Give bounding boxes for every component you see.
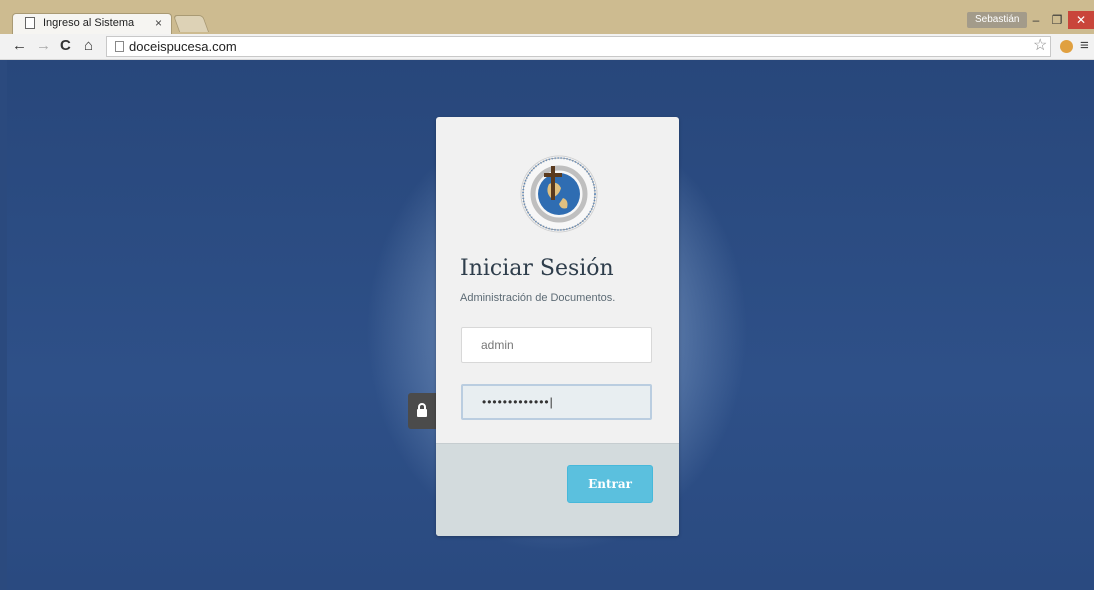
back-arrow-icon[interactable]: ← — [12, 37, 27, 55]
reload-icon[interactable]: C — [60, 37, 71, 55]
url-text: doceispucesa.com — [129, 39, 237, 54]
login-title: Iniciar Sesión — [460, 256, 614, 281]
browser-titlebar: Ingreso al Sistema × Sebastián – ❐ ✕ — [0, 0, 1094, 34]
tab-title: Ingreso al Sistema — [43, 17, 135, 29]
login-card: Iniciar Sesión Administración de Documen… — [436, 117, 679, 536]
tab-close-button[interactable]: × — [155, 16, 162, 30]
login-footer: Entrar — [436, 443, 679, 536]
address-bar[interactable]: doceispucesa.com — [106, 36, 1051, 57]
document-icon — [25, 17, 35, 29]
maximize-button[interactable]: ❐ — [1047, 11, 1067, 29]
extension-icon[interactable] — [1060, 40, 1073, 53]
new-tab-button[interactable] — [172, 15, 210, 32]
password-input[interactable] — [461, 384, 652, 420]
browser-tab[interactable]: Ingreso al Sistema × — [12, 13, 172, 34]
university-seal-logo — [520, 155, 598, 233]
profile-button[interactable]: Sebastián — [967, 12, 1028, 28]
browser-toolbar: ← → C ⌂ doceispucesa.com ☆ ≡ — [0, 34, 1094, 60]
login-subtitle: Administración de Documentos. — [460, 292, 616, 304]
page-background: Iniciar Sesión Administración de Documen… — [7, 60, 1094, 590]
minimize-button[interactable]: – — [1025, 11, 1047, 29]
bookmark-star-icon[interactable]: ☆ — [1033, 38, 1047, 54]
forward-arrow-icon[interactable]: → — [36, 37, 51, 55]
username-input[interactable] — [461, 327, 652, 363]
page-icon — [115, 41, 124, 52]
submit-button[interactable]: Entrar — [567, 465, 653, 503]
home-icon[interactable]: ⌂ — [84, 37, 93, 55]
menu-icon[interactable]: ≡ — [1080, 37, 1089, 54]
lock-icon — [417, 403, 427, 417]
lock-tab — [408, 393, 436, 429]
close-window-button[interactable]: ✕ — [1068, 11, 1094, 29]
